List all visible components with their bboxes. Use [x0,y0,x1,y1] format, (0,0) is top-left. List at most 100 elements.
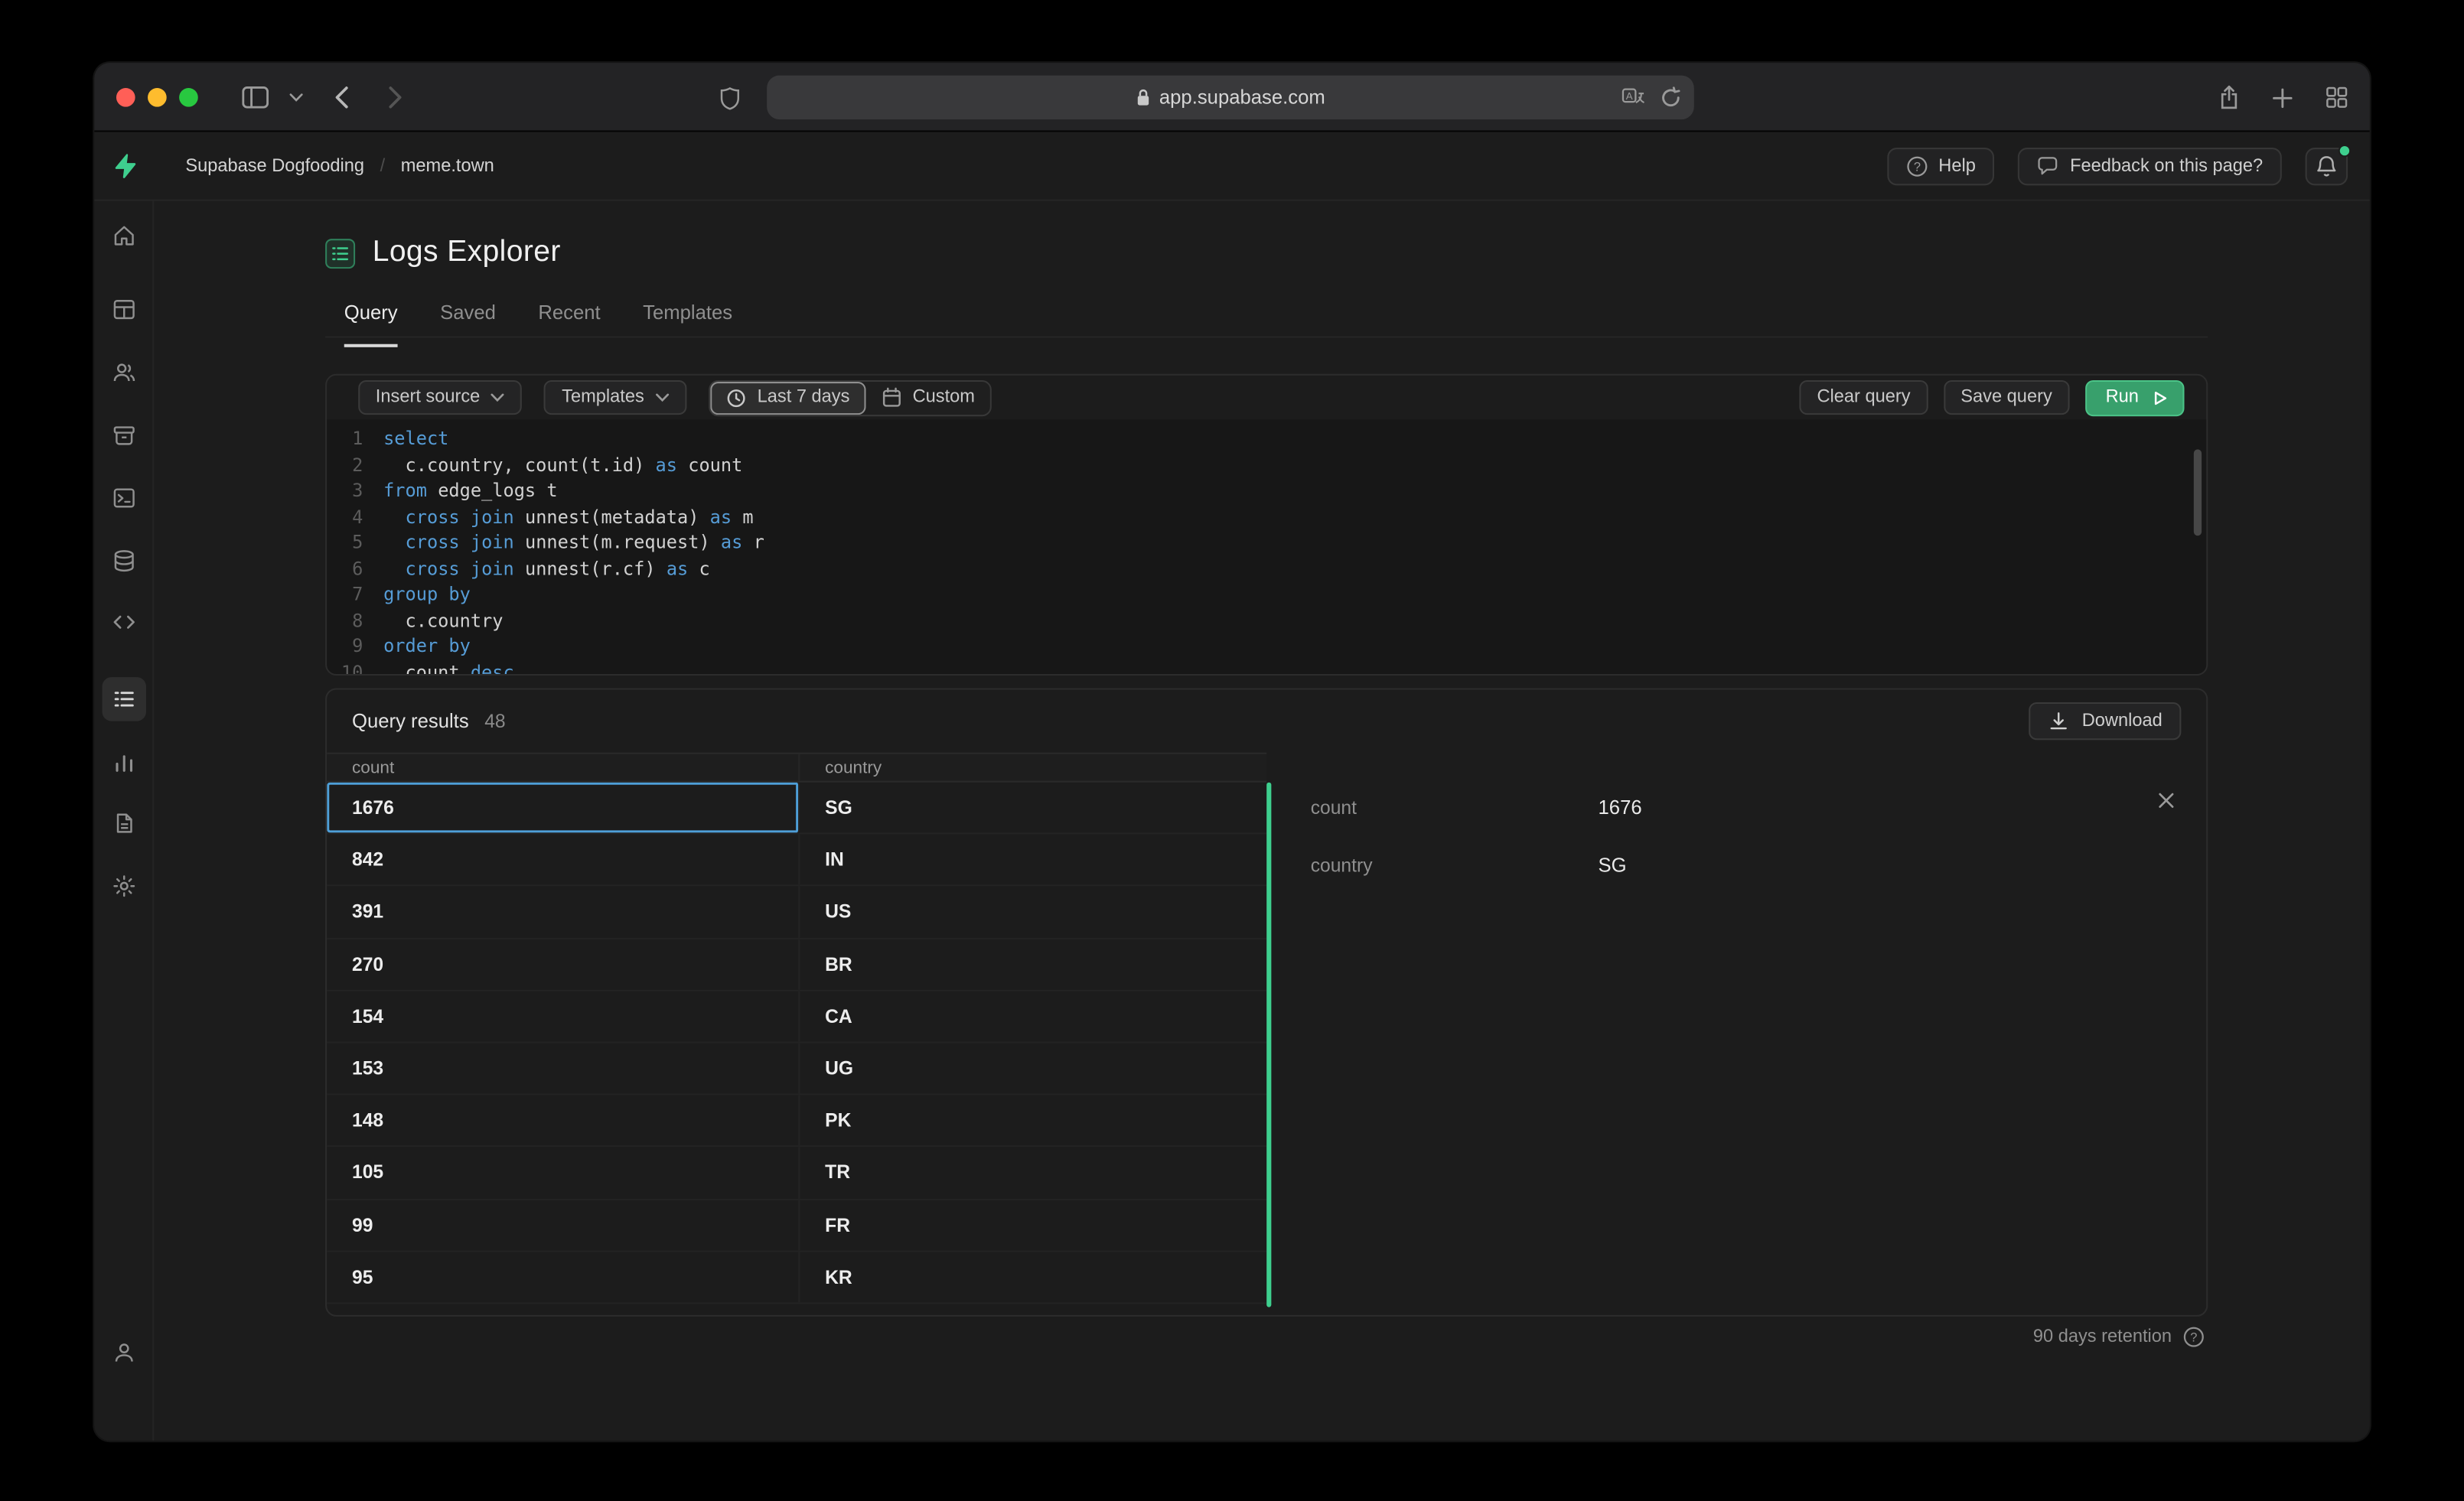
sidebar-item-reports[interactable] [102,740,146,784]
cell-country[interactable]: KR [800,1252,1266,1302]
breadcrumb-org[interactable]: Supabase Dogfooding [185,156,364,175]
code-lines: 1 select 2 c.country, count(t.id) as count… [327,419,2206,674]
svg-text:?: ? [1913,159,1920,173]
cell-count[interactable]: 148 [327,1095,800,1146]
results-count: 48 [484,710,506,732]
calendar-icon [882,387,901,407]
sidebar-item-home[interactable] [102,213,146,258]
download-button[interactable]: Download [2028,702,2182,741]
chevron-down-icon[interactable] [276,93,314,102]
cell-country[interactable]: BR [800,939,1266,989]
logs-explorer-icon [114,692,134,707]
browser-nav [233,63,421,132]
code-line: 10 count desc [327,659,2206,674]
table-row: 153 UG [327,1043,1267,1096]
sidebar-item-storage[interactable] [102,413,146,457]
notification-badge [2338,143,2352,157]
cell-count[interactable]: 99 [327,1199,800,1251]
notifications-button[interactable] [2305,143,2352,185]
table-row: 842 IN [327,834,1267,887]
cell-country[interactable]: UG [800,1043,1266,1093]
sidebar-item-docs[interactable] [102,801,146,845]
cell-country[interactable]: SG [800,783,1266,833]
column-header-country[interactable]: country [800,754,1266,781]
cell-count[interactable]: 1676 [327,782,800,833]
back-icon[interactable] [315,86,368,109]
results-table: count country 1676 SG 842 IN 391 US 270 BR 154 CA 1… [327,752,1267,1315]
sidebar-item-sql-editor[interactable] [102,476,146,520]
feedback-button[interactable]: Feedback on this page? [2018,147,2282,185]
cell-country[interactable]: IN [800,835,1266,885]
privacy-shield-icon[interactable] [720,63,741,132]
detail-label: country [1310,854,1373,876]
tabs: Query Saved Recent Templates [325,301,2208,347]
cell-count[interactable]: 842 [327,834,800,885]
zoom-window-button[interactable] [179,88,198,107]
chevron-down-icon [491,393,505,402]
account-button[interactable] [102,1330,146,1375]
forward-icon[interactable] [368,86,422,109]
tab-saved[interactable]: Saved [440,301,496,336]
tab-templates[interactable]: Templates [643,301,732,336]
translate-icon[interactable]: A [1621,88,1645,107]
editor-scrollbar[interactable] [2193,449,2202,536]
share-icon[interactable] [2219,85,2240,110]
templates-button[interactable]: Templates [544,379,687,415]
run-button[interactable]: Run [2084,379,2185,416]
line-number: 7 [352,582,363,605]
line-number: 5 [352,531,363,553]
help-button[interactable]: ? Help [1886,147,1995,185]
code-line: 4 cross join unnest(metadata) as m [327,503,2206,529]
last-7-days-button[interactable]: Last 7 days [710,380,865,415]
sidebar-item-settings[interactable] [102,864,146,908]
insert-source-button[interactable]: Insert source [358,379,523,415]
line-number: 4 [352,505,363,527]
cell-country[interactable]: PK [800,1096,1266,1146]
code-line: 6 cross join unnest(r.cf) as c [327,555,2206,581]
detail-field: count 1676 [1311,778,2159,836]
minimize-window-button[interactable] [148,88,167,107]
cell-country[interactable]: US [800,887,1266,937]
code-line: 1 select [327,426,2206,452]
cell-count[interactable]: 270 [327,939,800,990]
cell-count[interactable]: 95 [327,1252,800,1303]
supabase-logo-icon[interactable] [94,152,154,179]
tab-recent[interactable]: Recent [538,301,600,336]
browser-titlebar: app.supabase.com A [94,63,2370,132]
speech-bubble-icon [2038,157,2058,175]
page-title: Logs Explorer [372,236,561,269]
app-header: Supabase Dogfooding / meme.town ? Help F… [94,132,2370,201]
tab-overview-icon[interactable] [2325,86,2348,109]
sidebar-item-table-editor[interactable] [102,288,146,332]
cell-count[interactable]: 154 [327,991,800,1042]
tab-query[interactable]: Query [344,301,398,347]
sidebar-item-logs-explorer[interactable] [102,677,146,721]
code-text: c.country [383,608,504,631]
cell-country[interactable]: CA [800,991,1266,1041]
code-text: c.country, count(t.id) as count [383,453,743,476]
row-detail-panel: count 1676 country SG [1271,753,2206,1315]
new-tab-icon[interactable] [2273,87,2293,108]
custom-range-button[interactable]: Custom [865,381,991,414]
cell-count[interactable]: 105 [327,1147,800,1198]
sidebar-item-database[interactable] [102,539,146,583]
question-circle-icon[interactable]: ? [2182,1326,2205,1348]
sidebar-toggle-icon[interactable] [233,86,277,109]
reload-icon[interactable] [1661,86,1682,109]
retention-note: 90 days retention ? [2033,1326,2205,1348]
cell-country[interactable]: TR [800,1148,1266,1198]
breadcrumb-project[interactable]: meme.town [401,156,494,175]
close-window-button[interactable] [116,88,135,107]
sql-editor[interactable]: 1 select 2 c.country, count(t.id) as count… [327,419,2207,674]
sidebar-item-auth[interactable] [102,350,146,395]
cell-count[interactable]: 391 [327,887,800,938]
sidebar-item-api[interactable] [102,600,146,644]
column-header-count[interactable]: count [327,754,800,781]
cell-count[interactable]: 153 [327,1043,800,1094]
clear-query-button[interactable]: Clear query [1799,379,1928,415]
line-number: 6 [352,557,363,579]
save-query-button[interactable]: Save query [1943,379,2070,415]
code-text: cross join unnest(metadata) as m [405,505,754,527]
cell-country[interactable]: FR [800,1200,1266,1250]
address-bar[interactable]: app.supabase.com A [767,75,1694,120]
